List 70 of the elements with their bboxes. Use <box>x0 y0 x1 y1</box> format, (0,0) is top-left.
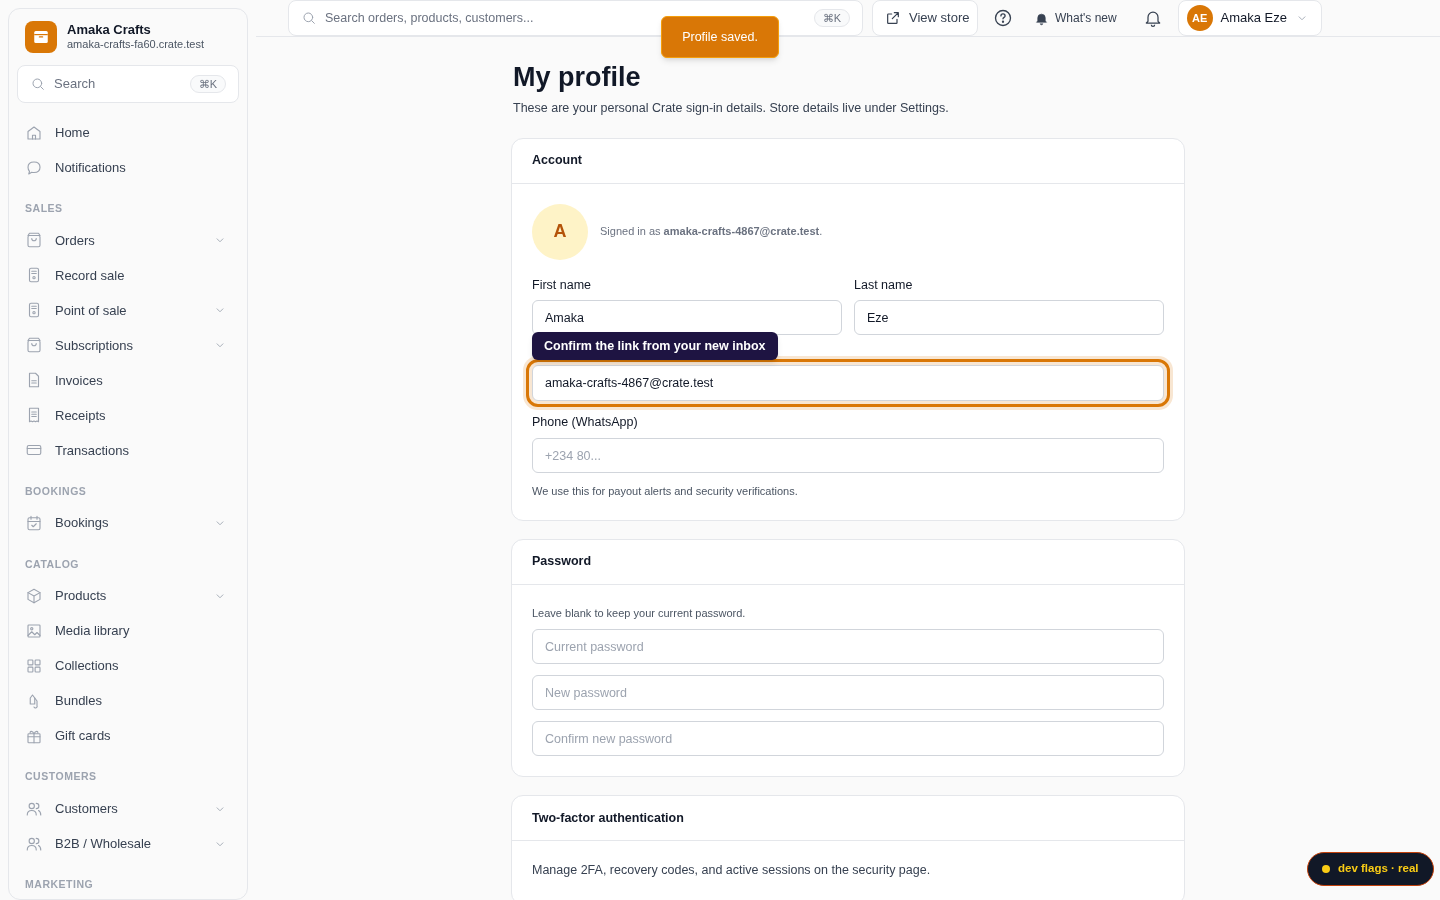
nav-item[interactable]: Bundles <box>17 683 239 719</box>
nav-item[interactable]: Home <box>17 115 239 150</box>
profile-avatar: A <box>532 203 588 260</box>
section-heading: CUSTOMERS <box>24 769 98 785</box>
nav-item[interactable]: Notifications <box>17 150 239 185</box>
nav-item[interactable]: Record sale <box>17 257 239 293</box>
help-text: We use this for payout alerts and security verifications. <box>532 484 799 499</box>
user-name: Amaka Eze <box>1220 9 1287 28</box>
user-menu-button[interactable]: AE Amaka Eze <box>1178 0 1322 36</box>
tooltip: Confirm the link from your new inbox <box>532 332 778 361</box>
search-icon <box>301 10 317 26</box>
store-name: Amaka Crafts <box>67 22 152 39</box>
dev-flags-badge[interactable]: dev flags · real <box>1307 852 1434 886</box>
nav-item[interactable]: Orders <box>17 222 239 258</box>
help-icon <box>993 8 1013 28</box>
external-link-icon <box>885 10 901 26</box>
nav-item[interactable]: Subscriptions <box>17 327 239 363</box>
section-heading: MARKETING <box>24 877 95 892</box>
field-label: Last name <box>854 276 914 294</box>
badge-label: dev flags · real <box>1338 861 1419 877</box>
section-heading: CATALOG <box>24 556 81 572</box>
box-icon <box>32 28 50 46</box>
nav-item[interactable]: Receipts <box>17 397 239 433</box>
sidebar-search-field[interactable]: Search ⌘K <box>17 65 239 103</box>
search-placeholder: Search orders, products, customers... <box>325 9 535 27</box>
nav-item[interactable]: Transactions <box>17 432 239 468</box>
search-placeholder: Search <box>54 75 97 94</box>
text-field[interactable]: Amaka <box>532 300 842 336</box>
view-store-button[interactable]: View store <box>872 0 978 36</box>
speech-bubble-icon <box>25 158 43 177</box>
password-field[interactable]: Confirm new password <box>532 721 1164 756</box>
section-heading: SALES <box>24 201 64 216</box>
whats-new-button[interactable]: What's new <box>1030 0 1128 36</box>
nav-item[interactable]: Bookings <box>17 505 239 541</box>
card-text: Manage 2FA, recovery codes, and active sessions on the security page. <box>532 862 932 879</box>
nav-item[interactable]: Gift cards <box>17 718 239 754</box>
calendar-icon <box>25 514 43 532</box>
bag-icon <box>25 231 43 250</box>
shortcut-hint: ⌘K <box>813 8 850 28</box>
password-field[interactable]: Current password <box>532 629 1164 664</box>
nav-item[interactable]: Collections <box>17 648 239 684</box>
image-icon <box>25 621 43 640</box>
nav-item[interactable]: Customers <box>17 791 239 826</box>
bell-icon <box>1034 10 1049 26</box>
field-label: First name <box>532 276 593 294</box>
section-heading: BOOKINGS <box>24 483 88 499</box>
signed-in-text: Signed in as amaka-crafts-4867@crate.test. <box>600 224 823 240</box>
search-icon <box>30 76 46 92</box>
nav-item[interactable]: Products <box>17 578 239 614</box>
nav-item[interactable]: Media library <box>17 613 239 649</box>
text-field[interactable]: Eze <box>854 300 1164 336</box>
page-subtitle: These are your personal Crate sign-in details. Store details live under Settings. <box>513 99 950 117</box>
help-text: Leave blank to keep your current password. <box>532 605 747 621</box>
store-domain: amaka-crafts-fa60.crate.test <box>67 38 204 52</box>
nav-item[interactable]: Invoices <box>17 362 239 398</box>
field-label: Phone (WhatsApp) <box>532 414 639 432</box>
nav-item[interactable]: B2B / Wholesale <box>17 826 239 861</box>
card-title: Account <box>532 152 582 170</box>
nav-item[interactable]: Point of sale <box>17 292 239 328</box>
phone-field[interactable]: +234 80... <box>532 438 1164 473</box>
user-avatar: AE <box>1187 5 1213 31</box>
card-title: Two-factor authentication <box>532 809 684 827</box>
saved-toast: Profile saved. <box>661 16 779 58</box>
shortcut-hint: ⌘K <box>189 74 226 94</box>
grid-icon <box>25 656 43 675</box>
page-title: My profile <box>513 61 642 94</box>
password-field[interactable]: New password <box>532 675 1164 710</box>
cube-icon <box>25 586 43 605</box>
bag-icon <box>25 336 43 355</box>
card-title: Password <box>532 553 592 571</box>
